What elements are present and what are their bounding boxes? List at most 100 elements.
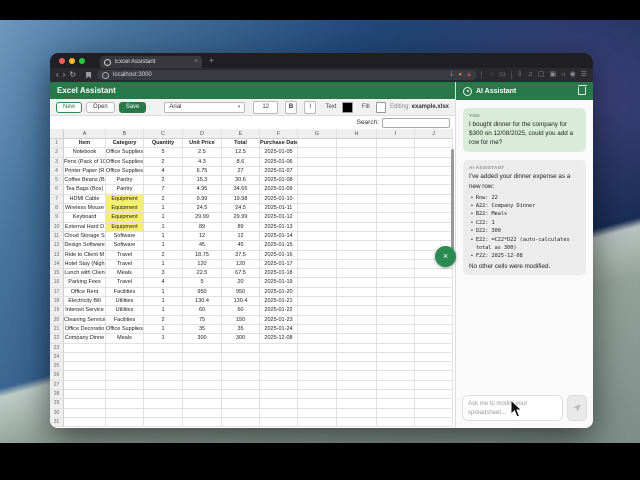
- cell[interactable]: Meals: [106, 269, 144, 278]
- cell[interactable]: [415, 297, 453, 306]
- cell[interactable]: [337, 251, 377, 260]
- cell[interactable]: Item: [64, 139, 106, 148]
- cell[interactable]: 2025-01-09: [260, 185, 298, 194]
- column-header[interactable]: E: [222, 129, 260, 139]
- cell[interactable]: Travel: [106, 260, 144, 269]
- cell[interactable]: [222, 344, 260, 353]
- cell[interactable]: Cloud Storage S: [64, 232, 106, 241]
- save-button[interactable]: Save: [119, 102, 147, 113]
- sidebar-icon[interactable]: ▢: [538, 70, 545, 80]
- cell[interactable]: [377, 390, 415, 399]
- cell[interactable]: [260, 344, 298, 353]
- column-header[interactable]: H: [337, 129, 377, 139]
- cell[interactable]: [260, 390, 298, 399]
- cell[interactable]: Parking Fees: [64, 278, 106, 287]
- row-number[interactable]: 11: [50, 232, 64, 241]
- minimize-window-button[interactable]: [69, 58, 75, 64]
- cell[interactable]: External Hard D: [64, 223, 106, 232]
- fill-color-swatch[interactable]: [376, 102, 386, 113]
- cell[interactable]: 18.75: [183, 251, 222, 260]
- cell[interactable]: Wireless Mouse: [64, 204, 106, 213]
- cell[interactable]: [260, 399, 298, 408]
- cell[interactable]: [377, 353, 415, 362]
- cell[interactable]: 20: [222, 278, 260, 287]
- cell[interactable]: 9.99: [183, 195, 222, 204]
- new-button[interactable]: New: [56, 102, 82, 113]
- cell[interactable]: [298, 418, 337, 427]
- cell[interactable]: 8.6: [222, 158, 260, 167]
- cell[interactable]: [415, 399, 453, 408]
- cell[interactable]: [64, 399, 106, 408]
- cell[interactable]: [377, 381, 415, 390]
- cell[interactable]: 1: [144, 288, 183, 297]
- cell[interactable]: [377, 148, 415, 157]
- cell[interactable]: [377, 399, 415, 408]
- cell[interactable]: [222, 390, 260, 399]
- cell[interactable]: [64, 390, 106, 399]
- cell[interactable]: 19.98: [222, 195, 260, 204]
- cell[interactable]: [183, 399, 222, 408]
- cell[interactable]: Total: [222, 139, 260, 148]
- cell[interactable]: 4: [144, 278, 183, 287]
- close-window-button[interactable]: [59, 58, 65, 64]
- cell[interactable]: 4.3: [183, 158, 222, 167]
- cell[interactable]: [415, 344, 453, 353]
- cell[interactable]: [337, 399, 377, 408]
- cell[interactable]: [298, 195, 337, 204]
- cell[interactable]: [106, 353, 144, 362]
- cell[interactable]: 1: [144, 213, 183, 222]
- zoom-window-button[interactable]: [79, 58, 85, 64]
- cell[interactable]: 2025-01-08: [260, 176, 298, 185]
- cell[interactable]: [298, 278, 337, 287]
- cell[interactable]: [337, 148, 377, 157]
- cell[interactable]: [260, 371, 298, 380]
- cell[interactable]: [377, 232, 415, 241]
- cell[interactable]: Ride to Client M: [64, 251, 106, 260]
- cell[interactable]: [377, 223, 415, 232]
- cell[interactable]: 2025-01-21: [260, 297, 298, 306]
- cell[interactable]: [183, 362, 222, 371]
- cell[interactable]: [337, 213, 377, 222]
- cell[interactable]: 60: [183, 306, 222, 315]
- browser-tab[interactable]: Excel Assistant ×: [100, 56, 202, 68]
- cell[interactable]: Facilities: [106, 316, 144, 325]
- cell[interactable]: 2025-01-20: [260, 288, 298, 297]
- cell[interactable]: [377, 167, 415, 176]
- row-number[interactable]: 18: [50, 297, 64, 306]
- cell[interactable]: [298, 399, 337, 408]
- row-number[interactable]: 9: [50, 213, 64, 222]
- reload-icon[interactable]: ↻: [69, 70, 76, 80]
- cell[interactable]: [222, 418, 260, 427]
- cell[interactable]: 1: [144, 223, 183, 232]
- row-number[interactable]: 25: [50, 362, 64, 371]
- cell[interactable]: [222, 362, 260, 371]
- windows-icon[interactable]: ▣: [549, 70, 556, 80]
- cell[interactable]: 7: [144, 185, 183, 194]
- cell[interactable]: [377, 195, 415, 204]
- cell[interactable]: 2025-01-06: [260, 158, 298, 167]
- cell[interactable]: 1: [144, 241, 183, 250]
- cell[interactable]: Office Decoratio: [64, 325, 106, 334]
- cell[interactable]: 1: [144, 297, 183, 306]
- cell[interactable]: Facilities: [106, 288, 144, 297]
- row-number[interactable]: 7: [50, 195, 64, 204]
- cell[interactable]: [298, 167, 337, 176]
- cell[interactable]: 2025-01-15: [260, 241, 298, 250]
- cell[interactable]: [337, 241, 377, 250]
- cell[interactable]: [337, 232, 377, 241]
- url-bar[interactable]: localhost:3000 ⇣ ● ▲: [97, 70, 477, 80]
- cell[interactable]: [298, 269, 337, 278]
- cell[interactable]: [377, 334, 415, 343]
- cell[interactable]: [298, 241, 337, 250]
- row-number[interactable]: 21: [50, 325, 64, 334]
- cell[interactable]: [415, 269, 453, 278]
- cell[interactable]: [298, 223, 337, 232]
- forward-icon[interactable]: ›: [63, 70, 66, 80]
- cell[interactable]: 150: [222, 316, 260, 325]
- cell[interactable]: 2.5: [183, 148, 222, 157]
- cell[interactable]: Pantry: [106, 176, 144, 185]
- cell[interactable]: Equipment: [106, 204, 144, 213]
- cell[interactable]: Purchase Date: [260, 139, 298, 148]
- cell[interactable]: 60: [222, 306, 260, 315]
- cell[interactable]: [337, 223, 377, 232]
